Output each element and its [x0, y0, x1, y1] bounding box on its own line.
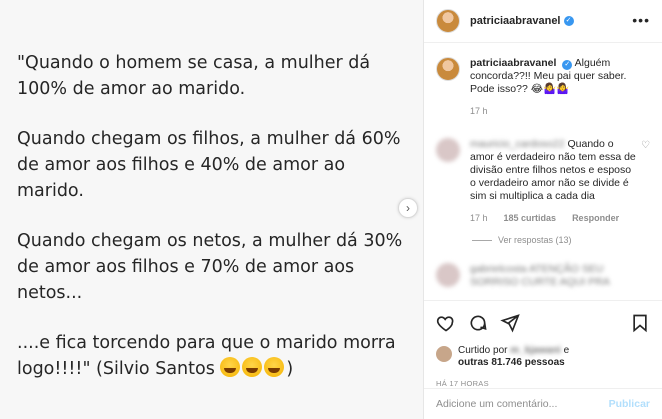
verified-badge-icon: ✓: [562, 60, 573, 70]
post-header: patriciaabravanel ✓ •••: [424, 0, 662, 43]
avatar[interactable]: [436, 57, 460, 81]
caption-emojis: 😂🤷‍♀️🤷‍♀️: [530, 83, 570, 95]
avatar[interactable]: [436, 138, 460, 162]
quote-paragraph-2: Quando chegam os filhos, a mulher dá 60%…: [17, 129, 401, 201]
quote-paragraph-4: ....e fica torcendo para que o marido mo…: [17, 330, 412, 382]
header-username[interactable]: patriciaabravanel: [470, 15, 561, 27]
laughing-emoji-icon: [220, 357, 241, 377]
comment: mauricio_cardoso22 Quando o amor é verda…: [424, 138, 662, 223]
comment-icon[interactable]: [468, 313, 488, 333]
liked-by-and: e: [563, 345, 570, 356]
share-icon[interactable]: [500, 313, 520, 333]
quote-paragraph-4-text: ....e fica torcendo para que o marido mo…: [17, 333, 396, 379]
post-timestamp[interactable]: HÁ 17 HORAS: [436, 379, 650, 388]
liked-by-others[interactable]: outras 81.746 pessoas: [458, 357, 565, 368]
comment-time: 17 h: [470, 213, 488, 223]
publish-button[interactable]: Publicar: [609, 398, 650, 410]
more-options-icon[interactable]: •••: [632, 12, 650, 28]
avatar[interactable]: [436, 9, 460, 33]
laughing-emoji-icon: [242, 357, 263, 377]
liked-by: Curtido por m_kjawani e outras 81.746 pe…: [436, 345, 650, 369]
liked-by-user[interactable]: m_kjawani: [510, 345, 561, 357]
divider: [472, 239, 492, 241]
next-image-button[interactable]: ›: [398, 198, 418, 218]
post-quote: "Quando o homem se casa, a mulher dá 100…: [17, 50, 412, 406]
comments-list: patriciaabravanel ✓ Alguém concorda??!! …: [424, 43, 662, 300]
view-replies-label: Ver respostas (13): [498, 235, 572, 245]
verified-badge-icon: ✓: [563, 16, 574, 26]
comment: gabrielcosta ATENÇÃO SEU SORRISO CURTE A…: [424, 263, 662, 289]
bookmark-icon[interactable]: [630, 313, 650, 333]
post-actions: Curtido por m_kjawani e outras 81.746 pe…: [424, 300, 662, 396]
view-replies-button[interactable]: Ver respostas (13): [424, 235, 662, 245]
post-side-panel: patriciaabravanel ✓ ••• patriciaabravane…: [424, 0, 662, 419]
liked-by-prefix: Curtido por: [458, 345, 508, 356]
comment-username[interactable]: mauricio_cardoso22: [470, 138, 565, 151]
add-comment-bar: Publicar: [424, 388, 662, 419]
chevron-right-icon: ›: [406, 201, 410, 215]
comment-input[interactable]: [436, 398, 609, 410]
caption: patriciaabravanel ✓ Alguém concorda??!! …: [424, 57, 662, 116]
quote-end: ): [286, 359, 294, 379]
comment-likes[interactable]: 185 curtidas: [504, 213, 557, 223]
avatar[interactable]: [436, 263, 460, 287]
quote-paragraph-3: Quando chegam os netos, a mulher dá 30% …: [17, 231, 403, 303]
like-comment-heart-icon[interactable]: ♡: [641, 140, 650, 151]
post-image: "Quando o homem se casa, a mulher dá 100…: [0, 0, 424, 419]
reply-button[interactable]: Responder: [572, 213, 619, 223]
quote-paragraph-1: "Quando o homem se casa, a mulher dá 100…: [17, 53, 371, 99]
laughing-emoji-icon: [264, 357, 285, 377]
comment-blurred-text: gabrielcosta ATENÇÃO SEU SORRISO CURTE A…: [470, 263, 610, 288]
caption-username[interactable]: patriciaabravanel: [470, 57, 556, 69]
avatar[interactable]: [436, 346, 452, 362]
caption-time: 17 h: [470, 106, 488, 116]
heart-icon[interactable]: [436, 313, 456, 333]
